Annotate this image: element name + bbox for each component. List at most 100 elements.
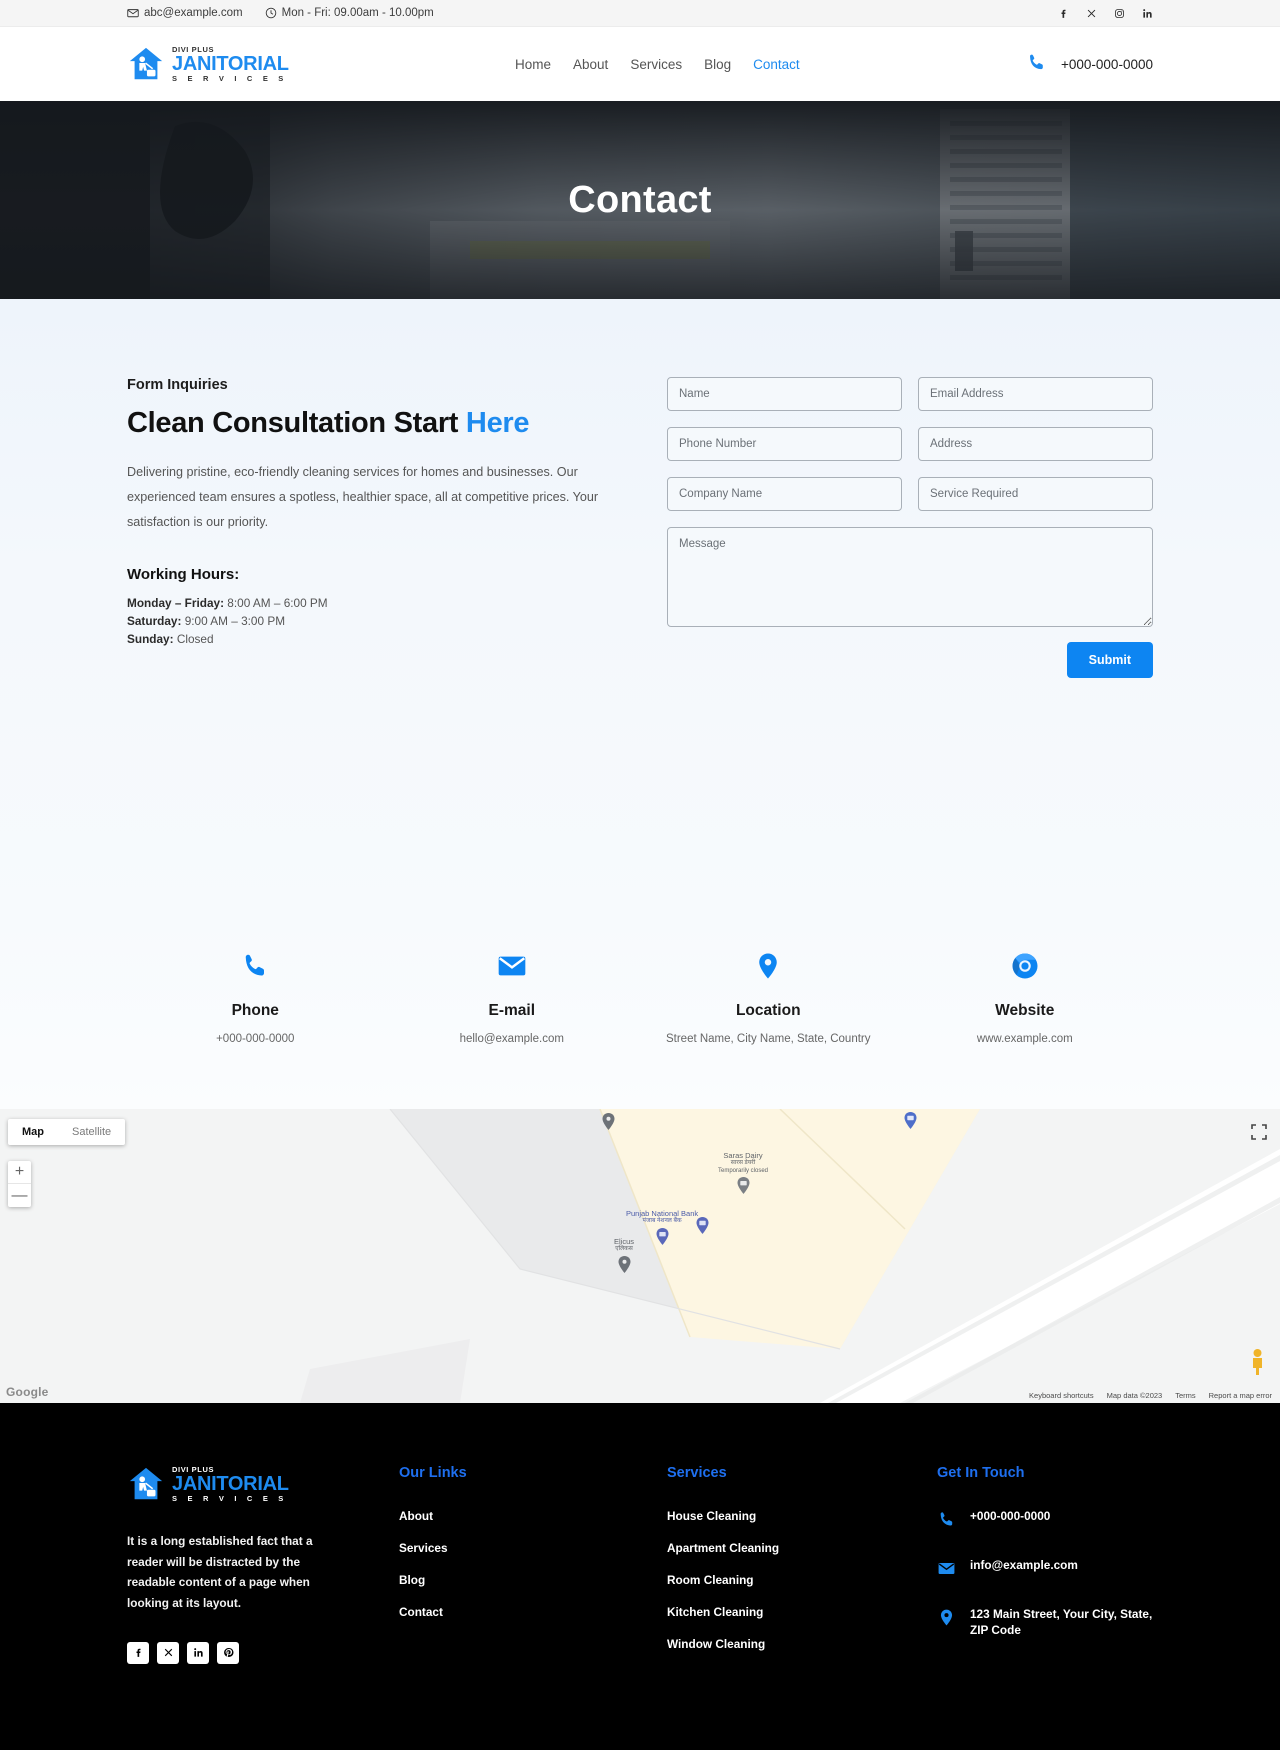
nav-item-services[interactable]: Services: [630, 57, 682, 72]
company-input[interactable]: [667, 477, 902, 511]
contact-section: Form Inquiries Clean Consultation Start …: [0, 299, 1280, 919]
nav-item-home[interactable]: Home: [515, 57, 551, 72]
topbar-email[interactable]: abc@example.com: [127, 7, 243, 19]
footer-logo-sub-text: S E R V I C E S: [172, 1494, 288, 1503]
map-poi-name: Punjab National Bank: [626, 1209, 699, 1218]
info-card-value: hello@example.com: [459, 1033, 564, 1045]
x-twitter-icon[interactable]: [1086, 8, 1097, 19]
working-hours-title: Working Hours:: [127, 565, 240, 583]
footer-service-window-cleaning[interactable]: Window Cleaning: [667, 1637, 937, 1651]
map-zoom-control[interactable]: + —: [8, 1161, 31, 1207]
footer-link-blog[interactable]: Blog: [399, 1573, 667, 1587]
map-type-map-button[interactable]: Map: [8, 1119, 58, 1145]
map-poi-marker-top-right[interactable]: [904, 1112, 917, 1134]
map-zoom-in-button[interactable]: +: [8, 1161, 31, 1184]
house-logo-icon: [127, 45, 165, 83]
info-card-website: Website www.example.com: [897, 919, 1154, 1045]
linkedin-icon[interactable]: [1142, 8, 1153, 19]
footer-contact-address[interactable]: 123 Main Street, Your City, State, ZIP C…: [937, 1607, 1153, 1639]
service-input[interactable]: [918, 477, 1153, 511]
linkedin-icon[interactable]: [187, 1641, 209, 1664]
nav-item-about[interactable]: About: [573, 57, 608, 72]
nav-item-contact[interactable]: Contact: [753, 57, 800, 72]
map-credits: Keyboard shortcuts Map data ©2023 Terms …: [1021, 1388, 1280, 1403]
nav-item-blog[interactable]: Blog: [704, 57, 731, 72]
map-credit-terms[interactable]: Terms: [1175, 1391, 1195, 1400]
message-textarea[interactable]: [667, 527, 1153, 627]
working-hours-day: Monday – Friday:: [127, 595, 225, 610]
footer-phone-text: +000-000-0000: [970, 1509, 1051, 1523]
footer-service-house-cleaning[interactable]: House Cleaning: [667, 1509, 937, 1523]
map-zoom-out-button[interactable]: —: [8, 1184, 31, 1207]
facebook-icon[interactable]: [1058, 8, 1069, 19]
x-twitter-icon[interactable]: [157, 1641, 179, 1664]
working-hours-time: 8:00 AM – 6:00 PM: [224, 595, 328, 610]
working-hours-row: Sunday: Closed: [127, 630, 607, 648]
footer-link-services[interactable]: Services: [399, 1541, 667, 1555]
footer-link-about[interactable]: About: [399, 1509, 667, 1523]
site-logo[interactable]: DIVI PLUS JANITORIAL S E R V I C E S: [127, 45, 289, 83]
map-poi-name: Saras Dairy: [723, 1151, 763, 1160]
contact-info-cards: Phone +000-000-0000 E-mail hello@example…: [0, 919, 1280, 1109]
info-card-phone: Phone +000-000-0000: [127, 919, 384, 1045]
map-pin-icon: [640, 946, 897, 986]
map-poi-native: पंजाब नेशनल बैंक: [642, 1218, 682, 1225]
footer-contact-phone[interactable]: +000-000-0000: [937, 1509, 1153, 1534]
info-card-value: +000-000-0000: [216, 1033, 295, 1045]
map-type-satellite-button[interactable]: Satellite: [58, 1119, 125, 1145]
footer-logo-top-text: DIVI PLUS: [172, 1464, 215, 1474]
map-canvas[interactable]: [0, 1109, 1280, 1403]
instagram-icon[interactable]: [1114, 8, 1125, 19]
site-footer: DIVI PLUS JANITORIAL S E R V I C E S It …: [0, 1403, 1280, 1750]
footer-logo-main-text: JANITORIAL: [172, 1473, 289, 1495]
footer-contact-column: Get In Touch +000-000-0000 info@example.…: [937, 1465, 1153, 1669]
address-input[interactable]: [918, 427, 1153, 461]
map-poi-marker-bank-branch[interactable]: [696, 1217, 709, 1239]
email-input[interactable]: [918, 377, 1153, 411]
map-fullscreen-button[interactable]: [1250, 1123, 1268, 1141]
map-poi-saras-dairy[interactable]: Saras Dairy सारस डेयरी Temporarily close…: [718, 1151, 768, 1199]
submit-button[interactable]: Submit: [1066, 642, 1153, 678]
map-poi-marker-top-left[interactable]: [602, 1113, 615, 1135]
map-poi-native: सारस डेयरी: [730, 1160, 756, 1167]
footer-service-kitchen-cleaning[interactable]: Kitchen Cleaning: [667, 1605, 937, 1619]
map-marker-icon: [602, 1113, 615, 1130]
footer-service-room-cleaning[interactable]: Room Cleaning: [667, 1573, 937, 1587]
envelope-icon: [127, 7, 139, 19]
contact-lede: Delivering pristine, eco-friendly cleani…: [127, 465, 599, 530]
logo-wordmark: DIVI PLUS JANITORIAL S E R V I C E S: [172, 44, 289, 83]
envelope-icon: [937, 1559, 956, 1583]
footer-contact-email[interactable]: info@example.com: [937, 1558, 1153, 1583]
map-poi-punjab-national-bank[interactable]: Punjab National Bank पंजाब नेशनल बैंक: [626, 1209, 698, 1250]
map-poi-elicus[interactable]: Elicus एलिकस: [614, 1237, 634, 1278]
name-input[interactable]: [667, 377, 902, 411]
contact-headline-plain: Clean Consultation Start: [127, 407, 466, 439]
working-hours-time: 9:00 AM – 3:00 PM: [181, 613, 286, 628]
pinterest-icon[interactable]: [217, 1641, 239, 1664]
map-marker-icon: [904, 1112, 917, 1129]
map-marker-icon: [618, 1255, 630, 1273]
phone-input[interactable]: [667, 427, 902, 461]
working-hours-time: Closed: [173, 632, 214, 647]
map-embed[interactable]: Saras Dairy सारस डेयरी Temporarily close…: [0, 1109, 1280, 1403]
contact-intro: Form Inquiries Clean Consultation Start …: [127, 377, 667, 678]
contact-form: Submit: [667, 377, 1153, 678]
map-credit-report-error[interactable]: Report a map error: [1209, 1391, 1272, 1400]
footer-service-apartment-cleaning[interactable]: Apartment Cleaning: [667, 1541, 937, 1555]
facebook-icon[interactable]: [127, 1641, 149, 1664]
pegman-icon[interactable]: [1249, 1348, 1266, 1381]
map-type-control[interactable]: Map Satellite: [8, 1119, 126, 1145]
contact-eyebrow: Form Inquiries: [127, 377, 228, 393]
footer-logo[interactable]: DIVI PLUS JANITORIAL S E R V I C E S: [127, 1465, 399, 1503]
logo-top-text: DIVI PLUS: [172, 44, 215, 54]
map-credit-keyboard-shortcuts[interactable]: Keyboard shortcuts: [1029, 1391, 1094, 1400]
footer-contact-heading: Get In Touch: [937, 1465, 1025, 1481]
contact-headline-accent: Here: [465, 407, 530, 439]
phone-icon: [127, 946, 384, 986]
footer-socials: [127, 1641, 399, 1664]
footer-link-contact[interactable]: Contact: [399, 1605, 667, 1619]
logo-sub-text: S E R V I C E S: [172, 74, 288, 83]
header-phone[interactable]: +000-000-0000: [1026, 52, 1153, 76]
info-card-email: E-mail hello@example.com: [384, 919, 641, 1045]
footer-links-heading: Our Links: [399, 1465, 467, 1481]
